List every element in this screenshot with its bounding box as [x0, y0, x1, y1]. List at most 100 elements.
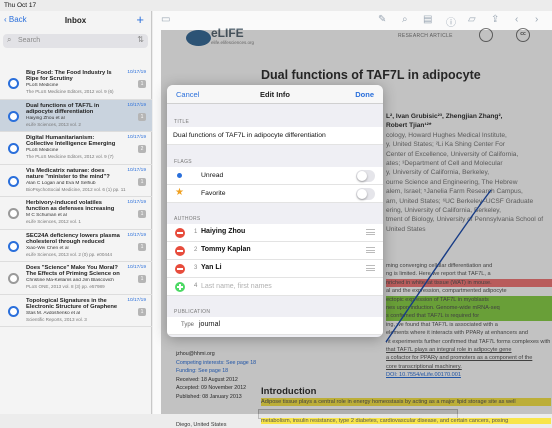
- list-item[interactable]: Vis Medicatrix naturae: does nature "min…: [0, 165, 152, 197]
- share-icon[interactable]: ⇪: [491, 14, 499, 25]
- item-authors: PLoS Medicine: [26, 83, 59, 88]
- notes-icon[interactable]: ▤: [423, 14, 432, 25]
- search-document-icon[interactable]: ⌕: [402, 14, 408, 25]
- new-author-row[interactable]: 4 Last name, first names: [167, 278, 383, 296]
- item-attachment-count: 1: [138, 112, 146, 121]
- item-journal: PLoS ONE, 2013 vol. 8 (3) pp. e57989: [26, 284, 105, 289]
- item-title: Vis Medicatrix naturae: does nature "min…: [26, 167, 110, 180]
- section-header-publication: PUBLICATION: [174, 309, 211, 315]
- item-authors: Stas M. Avdoshenko et al: [26, 310, 81, 316]
- sidebar-title: Inbox: [64, 16, 87, 25]
- delete-author-icon[interactable]: [175, 228, 185, 238]
- favorite-label: Favorite: [201, 190, 226, 197]
- list-item[interactable]: Big Food: The Food Industry Is Ripe for …: [0, 67, 152, 100]
- reorder-handle-icon[interactable]: [366, 265, 375, 271]
- author-number: 4: [194, 283, 198, 289]
- unread-toggle[interactable]: [356, 170, 375, 182]
- item-journal: The PLoS Medicine Editors, 2012 vol. 9 (…: [26, 89, 114, 94]
- item-attachment-count: 1: [138, 177, 146, 186]
- sort-icon[interactable]: ⇅: [137, 35, 144, 44]
- item-attachment-count: 2: [138, 145, 146, 153]
- unread-label: Unread: [201, 172, 224, 179]
- annotate-icon[interactable]: ✎: [378, 14, 386, 25]
- reorder-handle-icon[interactable]: [366, 247, 375, 253]
- item-title: Dual functions of TAF7L in adipocyte dif…: [26, 102, 100, 115]
- publication-type-row[interactable]: Type journal: [167, 317, 383, 335]
- list-item[interactable]: Does "Science" Make You Moral? The Effec…: [0, 262, 152, 295]
- delete-author-icon[interactable]: [175, 246, 185, 256]
- item-journal: Scientific Reports, 2013 vol. 3: [26, 316, 87, 322]
- list-item[interactable]: SEC24A deficiency lowers plasma choleste…: [0, 230, 152, 262]
- reorder-handle-icon[interactable]: [366, 229, 375, 235]
- sidebar: ‹ Back Inbox + ⌕ Search ⇅ Big Food: The …: [0, 11, 152, 414]
- unread-dot-icon: [177, 173, 182, 178]
- search-input[interactable]: Search: [18, 37, 40, 44]
- item-authors: Haiying Zhou et al: [26, 115, 65, 121]
- item-journal: eLife Sciences, 2012 vol. 1: [26, 219, 81, 224]
- author-row[interactable]: 2 Tommy Kaplan: [167, 242, 383, 260]
- next-icon[interactable]: ›: [535, 14, 538, 25]
- unread-status-icon: [8, 175, 19, 187]
- section-header-flags: FLAGS: [174, 159, 192, 165]
- item-date: 10/17/19: [127, 167, 146, 173]
- list-item[interactable]: Digital Humanitarianism: Collective Inte…: [0, 132, 152, 165]
- item-attachment-count: 1: [138, 80, 146, 88]
- author-name[interactable]: Haiying Zhou: [201, 228, 245, 235]
- search-icon: ⌕: [7, 35, 12, 44]
- sidebar-nav-bar: ‹ Back Inbox +: [0, 11, 151, 30]
- item-date: 10/17/19: [127, 102, 146, 108]
- item-authors: M C Schuman et al: [26, 213, 67, 218]
- toggle-knob: [357, 171, 367, 181]
- add-icon[interactable]: +: [136, 12, 144, 27]
- unread-status-icon: [8, 143, 19, 154]
- add-author-icon[interactable]: [175, 282, 185, 292]
- sidebar-toggle-icon[interactable]: ▭: [161, 14, 170, 25]
- item-authors: Christine Ma-Kellams and Jim Blascovich: [26, 278, 114, 283]
- favorite-row: ★ Favorite: [167, 185, 383, 203]
- title-field[interactable]: Dual functions of TAF7L in adipocyte dif…: [167, 127, 383, 145]
- unread-status-icon: [8, 305, 19, 317]
- new-author-input[interactable]: Last name, first names: [201, 283, 272, 290]
- status-time: Thu Oct 17: [4, 2, 37, 9]
- author-name[interactable]: Tommy Kaplan: [201, 246, 251, 253]
- item-journal: BioPsychoSocial Medicine, 2012 vol. 6 (1…: [26, 186, 126, 192]
- item-authors: PLoS Medicine: [26, 148, 59, 153]
- item-journal: eLife Sciences, 2013 vol. 2: [26, 121, 81, 127]
- author-row[interactable]: 3 Yan Li: [167, 260, 383, 278]
- done-button[interactable]: Done: [355, 90, 374, 99]
- item-date: 10/17/19: [127, 232, 146, 238]
- author-number: 3: [194, 265, 198, 271]
- reference-list: Big Food: The Food Industry Is Ripe for …: [0, 67, 152, 327]
- list-item[interactable]: Dual functions of TAF7L in adipocyte dif…: [0, 99, 152, 132]
- item-date: 10/17/19: [127, 200, 146, 205]
- author-name[interactable]: Yan Li: [201, 264, 222, 271]
- type-value[interactable]: journal: [199, 321, 220, 328]
- folder-icon[interactable]: ▱: [468, 14, 476, 25]
- author-number: 1: [194, 229, 198, 235]
- favorite-toggle[interactable]: [356, 188, 375, 200]
- author-number: 2: [194, 247, 198, 253]
- toggle-knob: [357, 189, 367, 199]
- section-header-authors: AUTHORS: [174, 216, 201, 222]
- unread-status-icon: [8, 240, 19, 252]
- unread-status-icon: [8, 110, 19, 122]
- list-item[interactable]: Topological Signatures in the Electronic…: [0, 295, 152, 327]
- unread-status-icon: [8, 78, 19, 89]
- previous-icon[interactable]: ‹: [515, 14, 518, 25]
- info-icon[interactable]: ⓘ: [446, 14, 456, 29]
- item-date: 10/17/19: [127, 70, 146, 75]
- search-field[interactable]: ⌕ Search ⇅: [3, 34, 148, 48]
- author-row[interactable]: 1 Haiying Zhou: [167, 224, 383, 242]
- delete-author-icon[interactable]: [175, 264, 185, 274]
- dialog-title: Edit Info: [260, 90, 290, 99]
- item-attachment-count: 1: [138, 307, 146, 316]
- intro-text-highlighted[interactable]: metabolism, insulin resistance, type 2 d…: [261, 418, 551, 424]
- unread-status-icon: [8, 208, 19, 219]
- dialog-nav-bar: Cancel Edit Info Done: [167, 85, 383, 104]
- title-value[interactable]: Dual functions of TAF7L in adipocyte dif…: [173, 132, 326, 139]
- edit-info-dialog: Cancel Edit Info Done TITLE Dual functio…: [167, 85, 383, 337]
- list-item[interactable]: Herbivory-induced volatiles function as …: [0, 197, 152, 230]
- status-bar: Thu Oct 17: [0, 0, 552, 11]
- item-title: Herbivory-induced volatiles function as …: [26, 200, 115, 213]
- unread-status-icon: [8, 273, 19, 284]
